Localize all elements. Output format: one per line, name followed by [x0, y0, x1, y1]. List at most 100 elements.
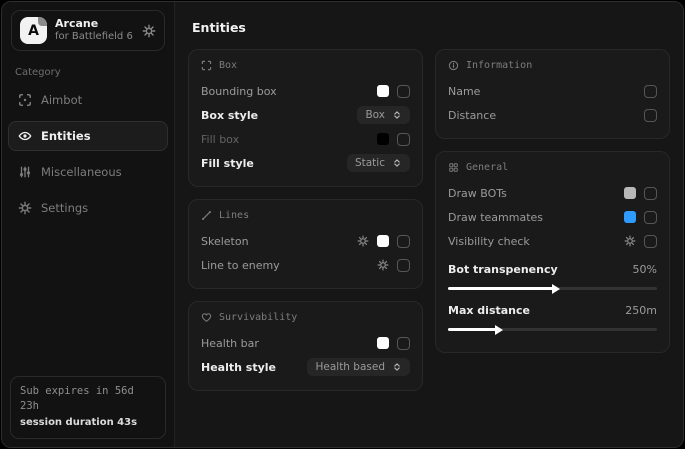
main-panel: Entities Box Bounding box	[175, 2, 683, 447]
row-skeleton: Skeleton	[201, 230, 410, 252]
app-subtitle: for Battlefield 6	[55, 31, 134, 44]
row-label: Bounding box	[201, 85, 277, 98]
left-column: Box Bounding box Box style Box	[188, 49, 423, 391]
line-to-enemy-checkbox[interactable]	[397, 259, 410, 272]
card-general: General Draw BOTs Draw teammates	[435, 151, 670, 353]
row-label: Health style	[201, 361, 276, 374]
sidebar-item-label: Miscellaneous	[41, 165, 122, 179]
health-bar-checkbox[interactable]	[397, 337, 410, 350]
max-distance-slider[interactable]	[448, 328, 657, 331]
sidebar-item-settings[interactable]: Settings	[8, 193, 168, 223]
category-label: Category	[15, 67, 174, 78]
sub-expires-text: Sub expires in 56d 23h	[20, 384, 156, 416]
chevron-updown-icon	[392, 158, 402, 168]
color-swatch[interactable]	[624, 187, 636, 199]
card-information-header: Information	[448, 60, 657, 71]
max-distance-value: 250m	[625, 304, 657, 317]
row-label: Distance	[448, 109, 496, 122]
logo-initial: A	[28, 23, 39, 39]
visibility-check-checkbox[interactable]	[644, 235, 657, 248]
row-label: Draw BOTs	[448, 187, 507, 200]
row-label: Bot transpenency	[448, 263, 558, 276]
box-icon	[201, 60, 212, 71]
bot-transparency-value: 50%	[633, 263, 657, 276]
card-survivability: Survivability Health bar Health style He…	[188, 301, 423, 391]
dropdown-value: Box	[365, 109, 385, 121]
card-title: Information	[466, 60, 532, 71]
chevron-updown-icon	[392, 110, 402, 120]
row-label: Skeleton	[201, 235, 249, 248]
slider-thumb[interactable]	[495, 325, 503, 335]
card-general-header: General	[448, 162, 657, 173]
card-lines-header: Lines	[201, 210, 410, 221]
skeleton-settings-gear-icon[interactable]	[357, 235, 369, 247]
heart-icon	[201, 312, 212, 323]
sidebar-item-label: Aimbot	[41, 93, 82, 107]
brand-text: Arcane for Battlefield 6	[55, 17, 134, 43]
sidebar: A Arcane for Battlefield 6 Category Aimb…	[2, 2, 175, 447]
card-box-header: Box	[201, 60, 410, 71]
card-title: Lines	[219, 210, 249, 221]
row-distance: Distance	[448, 104, 657, 126]
app-window: A Arcane for Battlefield 6 Category Aimb…	[1, 1, 684, 448]
card-box: Box Bounding box Box style Box	[188, 49, 423, 187]
sidebar-item-entities[interactable]: Entities	[8, 121, 168, 151]
dropdown-value: Health based	[315, 361, 385, 373]
row-box-style: Box style Box	[201, 104, 410, 126]
sidebar-nav: Aimbot Entities Miscellaneous Settings	[2, 82, 174, 226]
bot-transparency-slider[interactable]	[448, 287, 657, 290]
draw-teammates-checkbox[interactable]	[644, 211, 657, 224]
sidebar-item-miscellaneous[interactable]: Miscellaneous	[8, 157, 168, 187]
entities-eye-icon	[17, 129, 32, 143]
color-swatch[interactable]	[377, 133, 389, 145]
color-swatch[interactable]	[377, 337, 389, 349]
row-label: Draw teammates	[448, 211, 543, 224]
row-max-distance: Max distance 250m	[448, 299, 657, 321]
draw-bots-checkbox[interactable]	[644, 187, 657, 200]
fill-style-dropdown[interactable]: Static	[347, 154, 410, 172]
row-health-style: Health style Health based	[201, 356, 410, 378]
card-title: Box	[219, 60, 237, 71]
chevron-updown-icon	[392, 362, 402, 372]
info-icon	[448, 60, 459, 71]
sliders-icon	[17, 165, 32, 179]
row-label: Max distance	[448, 304, 530, 317]
row-visibility-check: Visibility check	[448, 230, 657, 252]
distance-checkbox[interactable]	[644, 109, 657, 122]
name-checkbox[interactable]	[644, 85, 657, 98]
fill-box-checkbox[interactable]	[397, 133, 410, 146]
brand-settings-icon[interactable]	[142, 24, 156, 38]
row-label: Fill style	[201, 157, 254, 170]
grid-icon	[448, 162, 459, 173]
sidebar-item-aimbot[interactable]: Aimbot	[8, 85, 168, 115]
color-swatch[interactable]	[377, 85, 389, 97]
card-information: Information Name Distance	[435, 49, 670, 139]
health-style-dropdown[interactable]: Health based	[307, 358, 410, 376]
row-label: Name	[448, 85, 480, 98]
color-swatch[interactable]	[624, 211, 636, 223]
slider-thumb[interactable]	[552, 284, 560, 294]
app-logo: A	[20, 17, 47, 44]
dropdown-value: Static	[355, 157, 385, 169]
card-survivability-header: Survivability	[201, 312, 410, 323]
row-draw-teammates: Draw teammates	[448, 206, 657, 228]
page-title: Entities	[192, 20, 670, 35]
row-label: Health bar	[201, 337, 259, 350]
row-label: Fill box	[201, 133, 239, 146]
sidebar-item-label: Entities	[41, 129, 91, 143]
card-lines: Lines Skeleton Line to enem	[188, 199, 423, 289]
bot-transparency-group: Bot transpenency 50%	[448, 258, 657, 290]
skeleton-checkbox[interactable]	[397, 235, 410, 248]
line-to-enemy-settings-gear-icon[interactable]	[377, 259, 389, 271]
crosshair-icon	[17, 93, 32, 107]
bounding-box-checkbox[interactable]	[397, 85, 410, 98]
sidebar-item-label: Settings	[41, 201, 88, 215]
visibility-check-settings-gear-icon[interactable]	[624, 235, 636, 247]
right-column: Information Name Distance	[435, 49, 670, 353]
color-swatch[interactable]	[377, 235, 389, 247]
box-style-dropdown[interactable]: Box	[357, 106, 410, 124]
row-label: Visibility check	[448, 235, 530, 248]
row-health-bar: Health bar	[201, 332, 410, 354]
row-draw-bots: Draw BOTs	[448, 182, 657, 204]
row-label: Line to enemy	[201, 259, 280, 272]
